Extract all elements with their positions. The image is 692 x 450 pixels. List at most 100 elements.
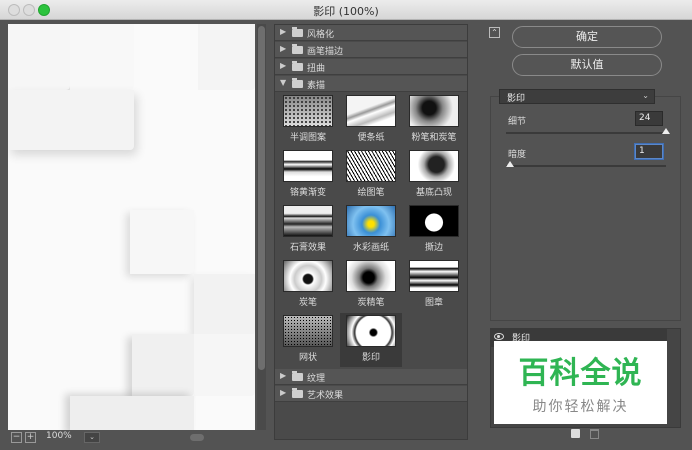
detail-input[interactable]: 24 [635, 111, 663, 126]
filter-label: 石膏效果 [289, 243, 326, 253]
ok-button[interactable]: 确定 [512, 26, 662, 48]
filter-label: 炭精笔 [357, 298, 385, 308]
filter-preview-image [409, 205, 459, 237]
detail-slider-track[interactable] [506, 132, 666, 134]
trash-icon[interactable] [590, 429, 599, 439]
zoom-bar: − + 100% ⌄ [8, 431, 258, 445]
filter-preview-image [346, 315, 396, 347]
filter-thumb-torn-edges[interactable]: 撕边 [403, 203, 465, 257]
preview-tile [8, 24, 70, 90]
default-button[interactable]: 默认值 [512, 54, 662, 76]
filter-thumb-note-paper[interactable]: 便条纸 [340, 93, 402, 147]
filter-thumb-halftone[interactable]: 半调图案 [277, 93, 339, 147]
filter-select[interactable]: 影印 ⌄ [499, 89, 655, 104]
filter-thumb-water-paper[interactable]: 水彩画纸 [340, 203, 402, 257]
collapse-gallery-button[interactable]: ⌃ [489, 27, 500, 38]
filter-preview-image [283, 315, 333, 347]
filter-label: 基底凸现 [415, 188, 452, 198]
darkness-label: 暗度 [508, 150, 527, 160]
filter-preview-image [346, 260, 396, 292]
filter-label: 铬黄渐变 [289, 188, 326, 198]
category-label: 扭曲 [307, 64, 326, 74]
filter-thumb-reticulation[interactable]: 网状 [277, 313, 339, 367]
filter-gallery: ▶ 风格化 ▶ 画笔描边 ▶ 扭曲 ▼ 素描 半调图案 便条纸 粉笔和炭笔 铬黄… [274, 24, 468, 440]
category-stylize[interactable]: ▶ 风格化 [275, 25, 467, 41]
category-sketch[interactable]: ▼ 素描 [275, 76, 467, 92]
category-brush-strokes[interactable]: ▶ 画笔描边 [275, 42, 467, 58]
filter-label: 便条纸 [357, 133, 385, 143]
eye-icon[interactable] [494, 333, 504, 340]
filter-thumb-graphic-pen[interactable]: 绘图笔 [340, 148, 402, 202]
preview-tile [70, 24, 134, 90]
collapse-arrow-icon: ▼ [280, 78, 287, 87]
category-texture[interactable]: ▶ 纹理 [275, 369, 467, 385]
filter-preview-image [409, 260, 459, 292]
darkness-slider-track[interactable] [506, 165, 666, 167]
filter-label: 炭笔 [298, 298, 317, 308]
filter-preview-image [409, 150, 459, 182]
darkness-slider-handle[interactable] [506, 161, 514, 167]
filter-preview-image [409, 95, 459, 127]
filter-label: 网状 [298, 353, 317, 363]
watermark-subtitle: 助你轻松解决 [532, 399, 629, 415]
filter-label: 图章 [424, 298, 443, 308]
filter-preview-image [283, 150, 333, 182]
preview-tile [130, 210, 194, 274]
category-artistic[interactable]: ▶ 艺术效果 [275, 386, 467, 402]
detail-slider-handle[interactable] [662, 128, 670, 134]
scrollbar-thumb[interactable] [258, 26, 265, 370]
filter-label: 绘图笔 [357, 188, 385, 198]
filter-select-value: 影印 [507, 94, 526, 104]
preview-tile [70, 396, 194, 430]
new-effect-layer-icon[interactable] [571, 429, 580, 438]
filter-preview-image [283, 205, 333, 237]
filter-label: 粉笔和炭笔 [411, 133, 457, 143]
folder-icon [292, 61, 303, 71]
preview-tile [8, 90, 134, 150]
watermark: 百科全说 助你轻松解决 [494, 341, 667, 424]
filter-thumb-stamp[interactable]: 图章 [403, 258, 465, 312]
chevron-down-icon: ⌄ [642, 91, 649, 100]
filter-preview-image [283, 260, 333, 292]
folder-icon [292, 27, 303, 37]
preview-tile [132, 334, 194, 396]
filter-thumb-charcoal[interactable]: 炭笔 [277, 258, 339, 312]
filter-label: 影印 [361, 353, 380, 363]
filter-thumb-plaster[interactable]: 石膏效果 [277, 203, 339, 257]
filter-preview-image [346, 205, 396, 237]
window-title: 影印 (100%) [313, 5, 379, 18]
filter-preview-canvas[interactable] [8, 24, 255, 430]
darkness-input[interactable]: 1 [635, 144, 663, 159]
filter-settings-panel [490, 96, 681, 321]
category-label: 素描 [307, 81, 326, 91]
zoom-dropdown[interactable]: ⌄ [84, 432, 100, 443]
filter-thumb-photocopy[interactable]: 影印 [340, 313, 402, 367]
filter-label: 水彩画纸 [352, 243, 389, 253]
filter-thumb-chrome[interactable]: 铬黄渐变 [277, 148, 339, 202]
filter-thumb-bas-relief[interactable]: 基底凸现 [403, 148, 465, 202]
zoom-out-button[interactable]: − [11, 432, 22, 443]
category-label: 画笔描边 [307, 47, 344, 57]
preview-tile [198, 24, 255, 90]
zoom-in-button[interactable]: + [25, 432, 36, 443]
expand-arrow-icon: ▶ [280, 371, 287, 380]
filter-preview-image [346, 95, 396, 127]
detail-label: 细节 [508, 117, 527, 127]
filter-label: 撕边 [424, 243, 443, 253]
expand-arrow-icon: ▶ [280, 27, 287, 36]
category-label: 风格化 [307, 30, 335, 40]
expand-arrow-icon: ▶ [280, 388, 287, 397]
filter-thumb-chalk-charcoal[interactable]: 粉笔和炭笔 [403, 93, 465, 147]
title-bar: 影印 (100%) [0, 0, 692, 20]
expand-arrow-icon: ▶ [280, 61, 287, 70]
folder-icon [292, 371, 303, 381]
preview-vertical-scrollbar[interactable] [257, 24, 266, 430]
filter-preview-image [346, 150, 396, 182]
zoom-level: 100% [46, 431, 72, 441]
category-distort[interactable]: ▶ 扭曲 [275, 59, 467, 75]
folder-icon [292, 388, 303, 398]
category-label: 纹理 [307, 374, 326, 384]
preview-tile [194, 274, 255, 334]
filter-thumb-conte-crayon[interactable]: 炭精笔 [340, 258, 402, 312]
preview-tile [194, 334, 255, 396]
